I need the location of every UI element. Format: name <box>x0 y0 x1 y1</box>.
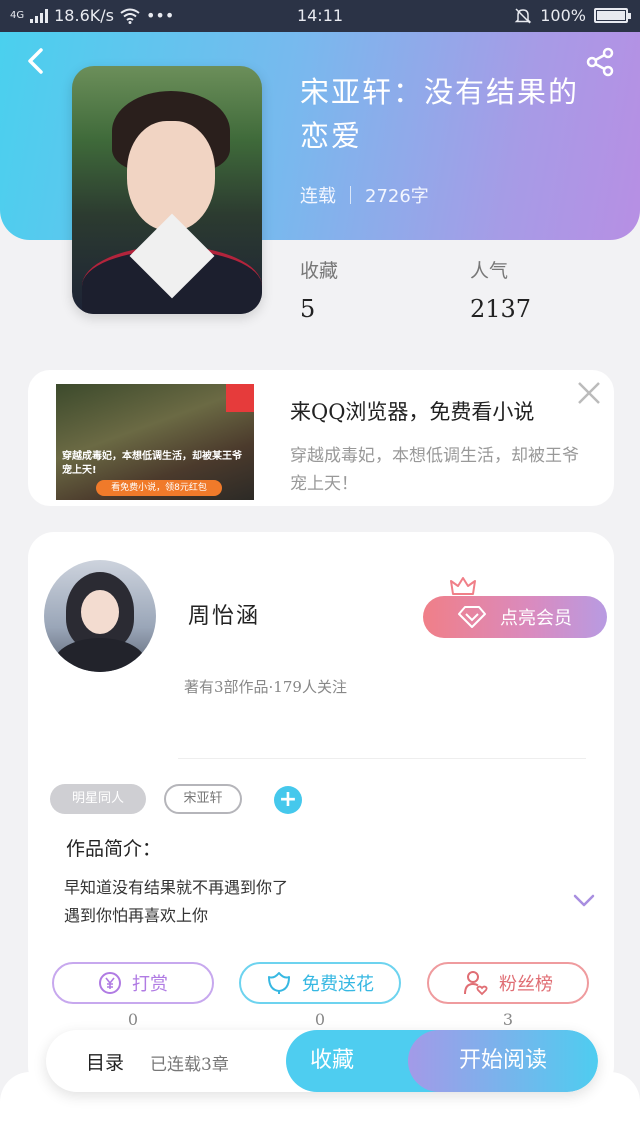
word-count: 2726字 <box>365 186 429 207</box>
tag-celebrity-fanfic[interactable]: 明星同人 <box>50 784 146 814</box>
book-title: 宋亚轩：没有结果的恋爱 <box>300 75 580 153</box>
catalog-button[interactable]: 目录 <box>86 1048 124 1075</box>
book-cover-image[interactable] <box>72 66 262 314</box>
divider <box>178 758 586 759</box>
flower-icon <box>268 972 290 994</box>
stat-favorites: 收藏 5 <box>300 256 338 323</box>
vip-button-label: 点亮会员 <box>500 608 572 629</box>
ad-banner[interactable]: 穿越成毒妃，本想低调生活，却被某王爷宠上天! 看免费小说，领8元红包 来QQ浏览… <box>28 370 614 506</box>
stat-label: 收藏 <box>300 260 339 282</box>
clock: 14:11 <box>296 6 344 25</box>
author-stats: 著有3部作品·179人关注 <box>184 678 347 696</box>
flower-count: 0 <box>314 1010 326 1029</box>
close-icon[interactable] <box>574 378 604 408</box>
stat-label: 人气 <box>470 260 509 282</box>
stat-value: 2137 <box>470 295 532 323</box>
battery-icon <box>594 8 631 23</box>
status-bar: 4G 18.6K/s ••• 14:11 100% <box>0 0 640 32</box>
intro-heading: 作品简介： <box>66 838 162 860</box>
reward-label: 打赏 <box>132 974 168 995</box>
book-meta: 连载 2726字 <box>300 182 429 208</box>
fan-ranking-label: 粉丝榜 <box>499 974 553 995</box>
reward-button[interactable]: 打赏 <box>52 962 214 1004</box>
ad-headline[interactable]: 来QQ浏览器，免费看小说 <box>290 396 534 426</box>
reward-count: 0 <box>127 1010 139 1029</box>
diamond-icon <box>458 606 486 628</box>
add-tag-button[interactable]: + <box>274 786 302 814</box>
ad-description: 穿越成毒妃，本想低调生活，却被王爷宠上天！ <box>290 446 579 494</box>
avatar-coat-shape <box>54 638 146 672</box>
crown-icon <box>450 577 476 595</box>
intro-line: 遇到你怕再喜欢上你 <box>64 906 209 925</box>
fan-ranking-button[interactable]: 粉丝榜 <box>427 962 589 1004</box>
book-status: 连载 <box>300 186 336 207</box>
vip-button[interactable]: 点亮会员 <box>423 596 607 638</box>
author-card: 周怡涵 著有3部作品·179人关注 点亮会员 明星同人 宋亚轩 + 作品简介： … <box>28 532 614 1092</box>
intro-line: 早知道没有结果就不再遇到你了 <box>64 878 289 897</box>
yen-coin-icon <box>99 972 121 994</box>
avatar-face-shape <box>81 590 119 634</box>
ad-corner-tag <box>226 384 254 412</box>
bottom-action-bar: 目录 已连载3章 收藏 开始阅读 <box>46 1030 598 1092</box>
fan-user-heart-icon <box>464 971 488 996</box>
intro-body: 早知道没有结果就不再遇到你了 遇到你怕再喜欢上你 <box>64 874 534 930</box>
ad-image-text: 穿越成毒妃，本想低调生活，却被某王爷宠上天! <box>62 451 242 476</box>
start-reading-button[interactable]: 开始阅读 <box>408 1030 598 1092</box>
tag-song-yaxuan[interactable]: 宋亚轩 <box>164 784 242 814</box>
back-arrow-icon[interactable] <box>22 46 52 76</box>
stat-popularity: 人气 2137 <box>470 256 531 323</box>
send-flower-label: 免费送花 <box>302 974 374 995</box>
catalog-status[interactable]: 已连载3章 <box>150 1050 229 1075</box>
battery-percent: 100% <box>540 6 586 25</box>
meta-divider <box>350 186 351 204</box>
bell-muted-icon <box>514 7 532 24</box>
ad-image-button[interactable]: 看免费小说，领8元红包 <box>96 480 222 496</box>
stat-value: 5 <box>300 295 316 323</box>
author-avatar[interactable] <box>44 560 156 672</box>
chevron-down-icon[interactable] <box>573 894 595 908</box>
ad-image[interactable]: 穿越成毒妃，本想低调生活，却被某王爷宠上天! 看免费小说，领8元红包 <box>56 384 254 500</box>
author-name[interactable]: 周怡涵 <box>188 598 260 630</box>
send-flower-button[interactable]: 免费送花 <box>239 962 401 1004</box>
fan-count: 3 <box>502 1010 514 1029</box>
